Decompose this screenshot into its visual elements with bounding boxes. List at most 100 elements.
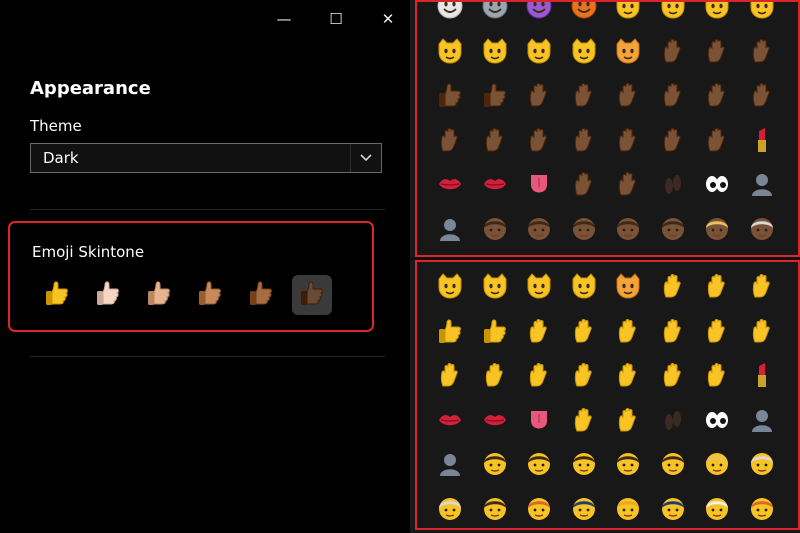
boy-icon[interactable]	[562, 207, 607, 252]
lipstick-icon[interactable]	[740, 118, 785, 163]
eyes-icon[interactable]	[695, 162, 740, 207]
alien-icon[interactable]	[473, 0, 518, 29]
point-right-icon[interactable]	[740, 309, 785, 354]
smiling-cat-icon[interactable]	[651, 0, 696, 29]
ear-icon[interactable]	[562, 398, 607, 443]
minimize-button[interactable]: —	[266, 6, 302, 32]
point-up-icon[interactable]	[428, 118, 473, 163]
bust-silhouette-icon[interactable]	[740, 398, 785, 443]
scream-cat-icon[interactable]	[517, 29, 562, 74]
skull-icon[interactable]	[428, 0, 473, 29]
victory-hand-icon[interactable]	[606, 73, 651, 118]
lipstick-icon[interactable]	[740, 353, 785, 398]
construction-worker-icon[interactable]	[606, 487, 651, 532]
busts-silhouette-icon[interactable]	[428, 442, 473, 487]
folded-hands-icon[interactable]	[695, 118, 740, 163]
ok-hand-icon[interactable]	[651, 73, 696, 118]
tongue-icon[interactable]	[517, 398, 562, 443]
thumbs-down-icon[interactable]	[473, 73, 518, 118]
victory-hand-icon[interactable]	[606, 309, 651, 354]
raised-hand-icon[interactable]	[562, 118, 607, 163]
chevron-down-icon[interactable]	[350, 144, 381, 172]
skintone-medium-dark-button[interactable]	[241, 275, 281, 315]
crying-cat-icon[interactable]	[562, 29, 607, 74]
theme-dropdown[interactable]: Dark	[30, 143, 382, 173]
point-up-icon[interactable]	[428, 353, 473, 398]
baby-icon[interactable]	[473, 207, 518, 252]
crying-cat-icon[interactable]	[562, 264, 607, 309]
kiss-mark-icon[interactable]	[428, 162, 473, 207]
woman-icon[interactable]	[606, 442, 651, 487]
pouting-cat-icon[interactable]	[606, 264, 651, 309]
raised-hands-icon[interactable]	[695, 29, 740, 74]
thumbs-up-icon[interactable]	[428, 73, 473, 118]
woman-icon[interactable]	[606, 207, 651, 252]
ok-hand-icon[interactable]	[651, 309, 696, 354]
open-hands-icon[interactable]	[651, 264, 696, 309]
kiss-mark-icon[interactable]	[428, 398, 473, 443]
skintone-medium-light-button[interactable]	[139, 275, 179, 315]
blond-person-icon[interactable]	[695, 442, 740, 487]
pouting-cat-icon[interactable]	[606, 29, 651, 74]
nose-icon[interactable]	[606, 162, 651, 207]
point-down-icon[interactable]	[473, 353, 518, 398]
flexed-biceps-icon[interactable]	[651, 118, 696, 163]
man-with-cap-icon[interactable]	[473, 487, 518, 532]
point-left-icon[interactable]	[695, 73, 740, 118]
girl-icon[interactable]	[517, 442, 562, 487]
heart-eyes-cat-icon[interactable]	[740, 0, 785, 29]
close-button[interactable]: ✕	[370, 6, 406, 32]
tongue-icon[interactable]	[517, 162, 562, 207]
point-left-icon[interactable]	[695, 309, 740, 354]
scream-cat-icon[interactable]	[517, 264, 562, 309]
alien-monster-icon[interactable]	[517, 0, 562, 29]
older-man-icon[interactable]	[428, 487, 473, 532]
woman-with-headscarf-icon[interactable]	[517, 487, 562, 532]
nose-icon[interactable]	[606, 398, 651, 443]
point-right-icon[interactable]	[740, 73, 785, 118]
girl-icon[interactable]	[517, 207, 562, 252]
raised-hands-icon[interactable]	[695, 264, 740, 309]
clapping-hands-icon[interactable]	[740, 29, 785, 74]
mouth-icon[interactable]	[473, 162, 518, 207]
open-hands-icon[interactable]	[651, 29, 696, 74]
older-man-icon[interactable]	[740, 442, 785, 487]
folded-hands-icon[interactable]	[695, 353, 740, 398]
bride-icon[interactable]	[695, 487, 740, 532]
baby-icon[interactable]	[473, 442, 518, 487]
footprints-icon[interactable]	[651, 398, 696, 443]
police-officer-icon[interactable]	[562, 487, 607, 532]
kissing-cat-icon[interactable]	[473, 29, 518, 74]
raised-fist-icon[interactable]	[562, 73, 607, 118]
skintone-dark-button[interactable]	[292, 275, 332, 315]
red-haired-woman-icon[interactable]	[740, 487, 785, 532]
point-down-icon[interactable]	[473, 118, 518, 163]
raised-hand-icon[interactable]	[562, 353, 607, 398]
guard-icon[interactable]	[651, 487, 696, 532]
skintone-light-button[interactable]	[88, 275, 128, 315]
footprints-icon[interactable]	[651, 162, 696, 207]
point-up-finger-icon[interactable]	[517, 353, 562, 398]
bust-silhouette-icon[interactable]	[740, 162, 785, 207]
man-icon[interactable]	[651, 442, 696, 487]
oncoming-fist-icon[interactable]	[517, 73, 562, 118]
jack-o-lantern-icon[interactable]	[562, 0, 607, 29]
blond-person-icon[interactable]	[695, 207, 740, 252]
busts-silhouette-icon[interactable]	[428, 207, 473, 252]
smirk-cat-icon[interactable]	[428, 264, 473, 309]
point-up-finger-icon[interactable]	[517, 118, 562, 163]
skintone-default-button[interactable]	[37, 275, 77, 315]
oncoming-fist-icon[interactable]	[517, 309, 562, 354]
mouth-icon[interactable]	[473, 398, 518, 443]
grinning-cat-icon[interactable]	[606, 0, 651, 29]
smirk-cat-icon[interactable]	[428, 29, 473, 74]
joy-cat-icon[interactable]	[695, 0, 740, 29]
waving-hand-icon[interactable]	[606, 353, 651, 398]
kissing-cat-icon[interactable]	[473, 264, 518, 309]
raised-fist-icon[interactable]	[562, 309, 607, 354]
thumbs-down-icon[interactable]	[473, 309, 518, 354]
boy-icon[interactable]	[562, 442, 607, 487]
flexed-biceps-icon[interactable]	[651, 353, 696, 398]
clapping-hands-icon[interactable]	[740, 264, 785, 309]
skintone-medium-button[interactable]	[190, 275, 230, 315]
